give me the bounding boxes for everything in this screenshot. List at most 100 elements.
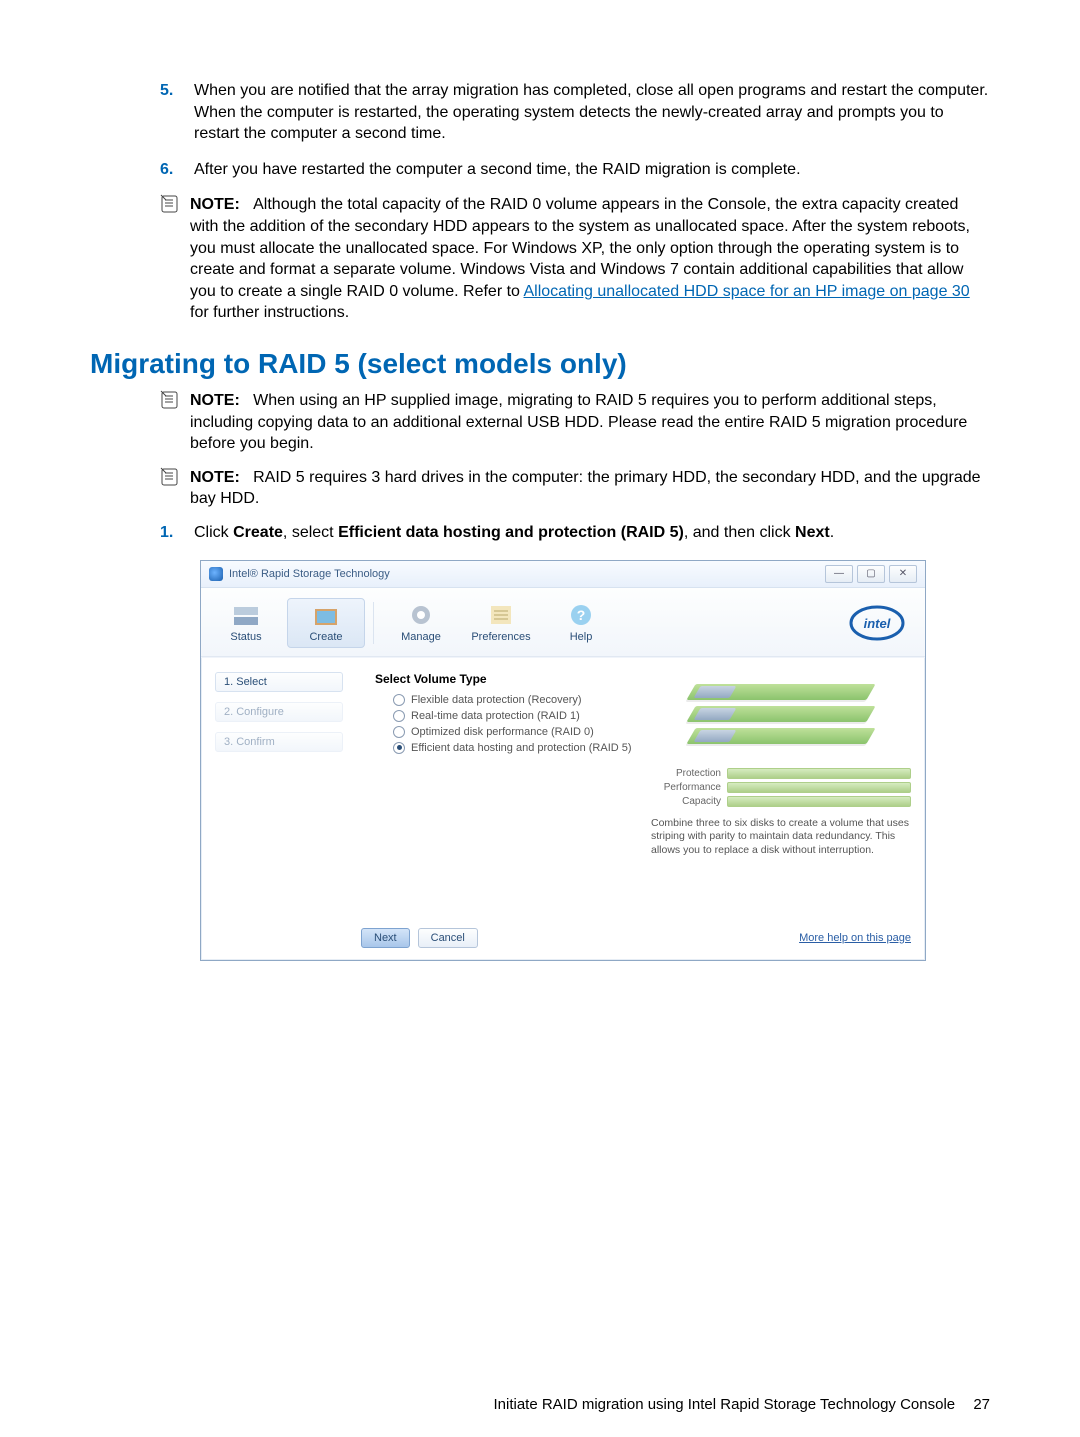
radio-icon	[393, 726, 405, 738]
radio-icon-selected	[393, 742, 405, 754]
help-icon: ?	[566, 601, 596, 629]
screenshot-intel-rst-window: Intel® Rapid Storage Technology — ▢ ✕ St…	[200, 560, 926, 961]
wizard-step-select[interactable]: 1. Select	[215, 672, 343, 692]
wizard-step-confirm: 3. Confirm	[215, 732, 343, 752]
note-block: NOTE: RAID 5 requires 3 hard drives in t…	[160, 467, 990, 510]
txt: , select	[283, 524, 338, 541]
ordered-list-continued: 5. When you are notified that the array …	[160, 80, 990, 180]
bar-performance	[727, 782, 911, 793]
bold-raid5: Efficient data hosting and protection (R…	[338, 524, 684, 541]
page-footer: Initiate RAID migration using Intel Rapi…	[493, 1396, 990, 1413]
volume-type-panel: Select Volume Type Flexible data protect…	[365, 658, 651, 918]
txt: , and then click	[684, 524, 795, 541]
cancel-button[interactable]: Cancel	[418, 928, 478, 948]
toolbar-create[interactable]: Create	[287, 598, 365, 648]
txt: .	[830, 524, 834, 541]
maximize-button[interactable]: ▢	[857, 565, 885, 583]
wizard-steps: 1. Select 2. Configure 3. Confirm	[201, 658, 365, 918]
panel-title: Select Volume Type	[375, 672, 637, 686]
txt: Click	[194, 524, 233, 541]
note-text: When using an HP supplied image, migrati…	[190, 392, 967, 452]
toolbar-label: Preferences	[471, 631, 530, 643]
bar-label: Capacity	[651, 796, 721, 807]
list-number: 1.	[160, 522, 194, 544]
list-text: After you have restarted the computer a …	[194, 159, 990, 181]
svg-text:intel: intel	[864, 616, 891, 631]
note-body: NOTE: Although the total capacity of the…	[190, 194, 990, 324]
toolbar-status[interactable]: Status	[207, 598, 285, 648]
close-button[interactable]: ✕	[889, 565, 917, 583]
page: 5. When you are notified that the array …	[0, 0, 1080, 1437]
info-panel: Protection Performance Capacity Combine …	[651, 658, 925, 918]
disk-illustration	[651, 674, 911, 754]
window-title: Intel® Rapid Storage Technology	[229, 568, 390, 580]
note-body: NOTE: RAID 5 requires 3 hard drives in t…	[190, 467, 990, 510]
minimize-button[interactable]: —	[825, 565, 853, 583]
window-body: 1. Select 2. Configure 3. Confirm Select…	[201, 657, 925, 918]
note-block: NOTE: Although the total capacity of the…	[160, 194, 990, 324]
list-item-6: 6. After you have restarted the computer…	[160, 159, 990, 181]
radio-raid0[interactable]: Optimized disk performance (RAID 0)	[393, 726, 637, 738]
radio-raid5[interactable]: Efficient data hosting and protection (R…	[393, 742, 637, 754]
link-allocating-hdd-space[interactable]: Allocating unallocated HDD space for an …	[524, 283, 970, 300]
list-text: Click Create, select Efficient data host…	[194, 522, 990, 544]
ordered-list: 1. Click Create, select Efficient data h…	[160, 522, 990, 544]
radio-icon	[393, 694, 405, 706]
bold-next: Next	[795, 524, 830, 541]
gear-icon	[406, 601, 436, 629]
note-body: NOTE: When using an HP supplied image, m…	[190, 390, 990, 455]
note-icon	[160, 390, 184, 455]
list-text: When you are notified that the array mig…	[194, 80, 990, 145]
bold-create: Create	[233, 524, 283, 541]
list-item-5: 5. When you are notified that the array …	[160, 80, 990, 145]
note-icon	[160, 467, 184, 510]
list-number: 5.	[160, 80, 194, 145]
toolbar-help[interactable]: ? Help	[542, 598, 620, 648]
note-label: NOTE:	[190, 469, 240, 486]
wizard-step-configure: 2. Configure	[215, 702, 343, 722]
radio-raid1[interactable]: Real-time data protection (RAID 1)	[393, 710, 637, 722]
radio-label: Optimized disk performance (RAID 0)	[411, 726, 594, 738]
radio-icon	[393, 710, 405, 722]
note-text: RAID 5 requires 3 hard drives in the com…	[190, 469, 981, 508]
toolbar-label: Status	[230, 631, 261, 643]
drive-icon	[231, 601, 261, 629]
window-titlebar: Intel® Rapid Storage Technology — ▢ ✕	[201, 561, 925, 588]
toolbar-manage[interactable]: Manage	[382, 598, 460, 648]
toolbar-preferences[interactable]: Preferences	[462, 598, 540, 648]
list-number: 6.	[160, 159, 194, 181]
next-button[interactable]: Next	[361, 928, 410, 948]
toolbar: Status Create Manage Preferences ? H	[201, 588, 925, 657]
bar-label: Performance	[651, 782, 721, 793]
section-heading: Migrating to RAID 5 (select models only)	[90, 348, 990, 380]
bar-capacity	[727, 796, 911, 807]
preferences-icon	[486, 601, 516, 629]
radio-label: Real-time data protection (RAID 1)	[411, 710, 580, 722]
radio-label: Efficient data hosting and protection (R…	[411, 742, 632, 754]
bar-label: Protection	[651, 768, 721, 779]
radio-label: Flexible data protection (Recovery)	[411, 694, 582, 706]
svg-text:?: ?	[577, 607, 586, 623]
page-number: 27	[973, 1396, 990, 1413]
intel-logo: intel	[849, 603, 905, 643]
note-block: NOTE: When using an HP supplied image, m…	[160, 390, 990, 455]
disk-icon	[686, 706, 875, 722]
footer-text: Initiate RAID migration using Intel Rapi…	[493, 1396, 955, 1413]
note-label: NOTE:	[190, 392, 240, 409]
toolbar-label: Help	[570, 631, 593, 643]
note-label: NOTE:	[190, 196, 240, 213]
window-footer: Next Cancel More help on this page	[201, 918, 925, 960]
toolbar-label: Create	[309, 631, 342, 643]
disk-icon	[686, 684, 875, 700]
note-icon	[160, 194, 184, 324]
disk-icon	[686, 728, 875, 744]
rating-bars: Protection Performance Capacity	[651, 768, 911, 807]
toolbar-label: Manage	[401, 631, 441, 643]
bar-protection	[727, 768, 911, 779]
list-item-1: 1. Click Create, select Efficient data h…	[160, 522, 990, 544]
more-help-link[interactable]: More help on this page	[799, 932, 911, 944]
app-icon	[209, 567, 223, 581]
raid5-description: Combine three to six disks to create a v…	[651, 817, 911, 858]
radio-recovery[interactable]: Flexible data protection (Recovery)	[393, 694, 637, 706]
note-text-tail: for further instructions.	[190, 304, 349, 321]
